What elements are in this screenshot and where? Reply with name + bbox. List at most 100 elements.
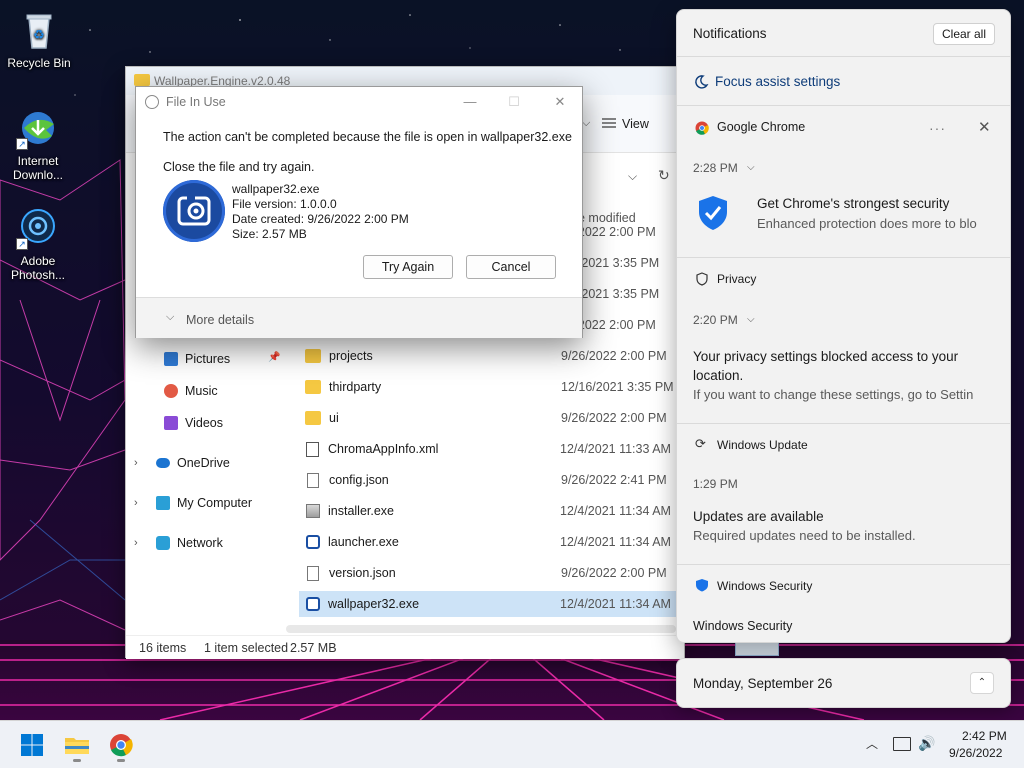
date-created-detail: Date created: 9/26/2022 2:00 PM xyxy=(232,212,409,226)
more-options-icon[interactable]: ··· xyxy=(929,120,946,136)
moon-icon xyxy=(695,75,709,89)
notification-body[interactable]: Required updates need to be installed. xyxy=(693,528,1003,543)
notification-time: 1:29 PM xyxy=(693,477,738,491)
folder-icon xyxy=(305,349,321,363)
file-date: 12/4/2021 11:34 AM xyxy=(560,597,671,611)
status-item-count: 16 items xyxy=(139,641,187,655)
music-icon xyxy=(164,384,178,398)
cancel-button[interactable]: Cancel xyxy=(466,255,556,279)
pin-icon[interactable]: 📌 xyxy=(268,352,280,363)
chevron-down-icon[interactable]: ⌵ xyxy=(747,314,755,325)
horizontal-scrollbar[interactable] xyxy=(286,625,676,633)
taskbar: ︿ 🔊 2:42 PM 9/26/2022 xyxy=(0,720,1024,768)
file-row-thirdparty[interactable]: thirdparty 12/16/2021 3:35 PM xyxy=(299,374,679,400)
close-button[interactable]: ✕ xyxy=(542,91,578,113)
chevron-down-icon[interactable]: ⌵ xyxy=(628,169,637,184)
notification-body[interactable]: If you want to change these settings, go… xyxy=(693,387,1003,402)
notification-heading-continued[interactable]: location. xyxy=(693,368,1003,383)
more-details-toggle[interactable]: More details xyxy=(186,313,254,327)
notification-heading[interactable]: Updates are available xyxy=(693,509,1003,524)
chevron-down-icon[interactable]: ⌵ xyxy=(166,311,174,324)
file-row-projects[interactable]: projects 9/26/2022 2:00 PM xyxy=(299,343,679,369)
column-header-date-modified[interactable]: e modified xyxy=(578,211,636,225)
status-selected-count: 1 item selected xyxy=(204,641,289,655)
nav-item-label: OneDrive xyxy=(177,456,230,470)
refresh-icon[interactable]: ↻ xyxy=(658,167,670,184)
volume-icon[interactable]: 🔊 xyxy=(918,735,935,752)
clock-time[interactable]: 2:42 PM xyxy=(962,729,1007,743)
file-row-chromaappinfo[interactable]: ChromaAppInfo.xml 12/4/2021 11:33 AM xyxy=(299,436,679,462)
nav-item-onedrive[interactable]: › OneDrive xyxy=(134,452,230,474)
shortcut-arrow-icon: ↗ xyxy=(16,138,28,150)
chrome-icon xyxy=(110,734,133,757)
network-icon[interactable] xyxy=(893,737,911,751)
file-date: 9/26/2022 2:41 PM xyxy=(561,473,667,487)
chrome-icon xyxy=(695,121,709,135)
file-name: thirdparty xyxy=(329,380,382,394)
nav-item-pictures[interactable]: Pictures xyxy=(164,348,230,370)
folder-icon xyxy=(305,411,321,425)
clear-all-button[interactable]: Clear all xyxy=(933,23,995,45)
try-again-button[interactable]: Try Again xyxy=(363,255,453,279)
collapse-calendar-button[interactable]: ⌃ xyxy=(970,672,994,694)
desktop-icon-adobe-photoshop[interactable]: ↗ Adobe Photosh... xyxy=(0,206,76,282)
nav-item-label: Music xyxy=(185,384,218,398)
file-row-installer[interactable]: installer.exe 12/4/2021 11:34 AM xyxy=(299,498,679,524)
file-date: 9/26/2022 2:00 PM xyxy=(561,349,667,363)
notification-heading[interactable]: Get Chrome's strongest security xyxy=(757,196,997,211)
taskbar-chrome-button[interactable] xyxy=(105,729,137,762)
status-bar: 16 items 1 item selected 2.57 MB xyxy=(126,635,684,659)
windows-security-icon xyxy=(696,579,708,592)
calendar-date-panel: Monday, September 26 ⌃ xyxy=(676,658,1011,708)
desktop-icon-internet-download-manager[interactable]: ↗ Internet Downlo... xyxy=(0,106,76,182)
notification-header: Notifications Clear all xyxy=(677,10,1010,56)
file-row-config[interactable]: config.json 9/26/2022 2:41 PM xyxy=(299,467,679,493)
notification-heading[interactable]: Windows Security xyxy=(693,619,1003,633)
notification-app-name: Google Chrome xyxy=(717,120,806,134)
notification-app-name: Windows Security xyxy=(717,579,813,593)
taskbar-file-explorer-button[interactable] xyxy=(61,729,93,762)
windows-logo-icon xyxy=(21,734,43,756)
nav-item-network[interactable]: › Network xyxy=(134,532,223,554)
show-hidden-icons-chevron-icon[interactable]: ︿ xyxy=(866,735,878,752)
file-version-detail: File version: 1.0.0.0 xyxy=(232,197,337,211)
adobe-photoshop-icon: ↗ xyxy=(16,206,60,250)
maximize-button[interactable]: ☐ xyxy=(496,91,532,113)
nav-item-my-computer[interactable]: › My Computer xyxy=(134,492,252,514)
file-name: projects xyxy=(329,349,373,363)
chevron-down-icon[interactable]: ⌵ xyxy=(747,162,755,173)
desktop-icon-label: Recycle Bin xyxy=(7,56,71,70)
dialog-titlebar[interactable]: File In Use — ☐ ✕ xyxy=(136,87,582,117)
file-name: config.json xyxy=(329,473,389,487)
folder-icon xyxy=(134,74,150,86)
file-row-launcher[interactable]: launcher.exe 12/4/2021 11:34 AM xyxy=(299,529,679,555)
file-row-version[interactable]: version.json 9/26/2022 2:00 PM xyxy=(299,560,679,586)
desktop-icon-label: Internet Downlo... xyxy=(12,154,64,182)
folder-icon xyxy=(65,738,89,754)
file-date: 12/4/2021 11:33 AM xyxy=(560,442,671,456)
shortcut-arrow-icon: ↗ xyxy=(16,238,28,250)
chevron-right-icon[interactable]: › xyxy=(134,537,138,549)
chevron-down-icon[interactable]: ⌵ xyxy=(582,117,590,130)
file-date: 12/4/2021 11:34 AM xyxy=(560,504,671,518)
file-name: wallpaper32.exe xyxy=(328,597,420,611)
desktop-icon-recycle-bin[interactable]: ♻ Recycle Bin xyxy=(1,8,77,70)
nav-item-music[interactable]: Music xyxy=(164,380,218,402)
view-menu-button[interactable]: View xyxy=(622,117,649,131)
chevron-right-icon[interactable]: › xyxy=(134,497,138,509)
close-icon[interactable]: ✕ xyxy=(978,118,991,136)
file-row-ui[interactable]: ui 9/26/2022 2:00 PM xyxy=(299,405,679,431)
clock-date[interactable]: 9/26/2022 xyxy=(949,746,1002,760)
view-icon xyxy=(602,118,616,128)
focus-assist-settings-link[interactable]: Focus assist settings xyxy=(715,74,840,89)
minimize-button[interactable]: — xyxy=(452,91,488,113)
internet-download-manager-icon: ↗ xyxy=(16,106,60,150)
file-in-use-dialog[interactable]: File In Use — ☐ ✕ The action can't be co… xyxy=(135,86,583,338)
notification-body[interactable]: Enhanced protection does more to blo xyxy=(757,216,997,231)
file-row-wallpaper32[interactable]: wallpaper32.exe 12/4/2021 11:34 AM xyxy=(299,591,679,617)
clock-icon xyxy=(145,95,159,109)
start-button[interactable] xyxy=(16,729,48,761)
chevron-right-icon[interactable]: › xyxy=(134,457,138,469)
nav-item-videos[interactable]: Videos xyxy=(164,412,223,434)
notification-heading[interactable]: Your privacy settings blocked access to … xyxy=(693,349,1003,364)
